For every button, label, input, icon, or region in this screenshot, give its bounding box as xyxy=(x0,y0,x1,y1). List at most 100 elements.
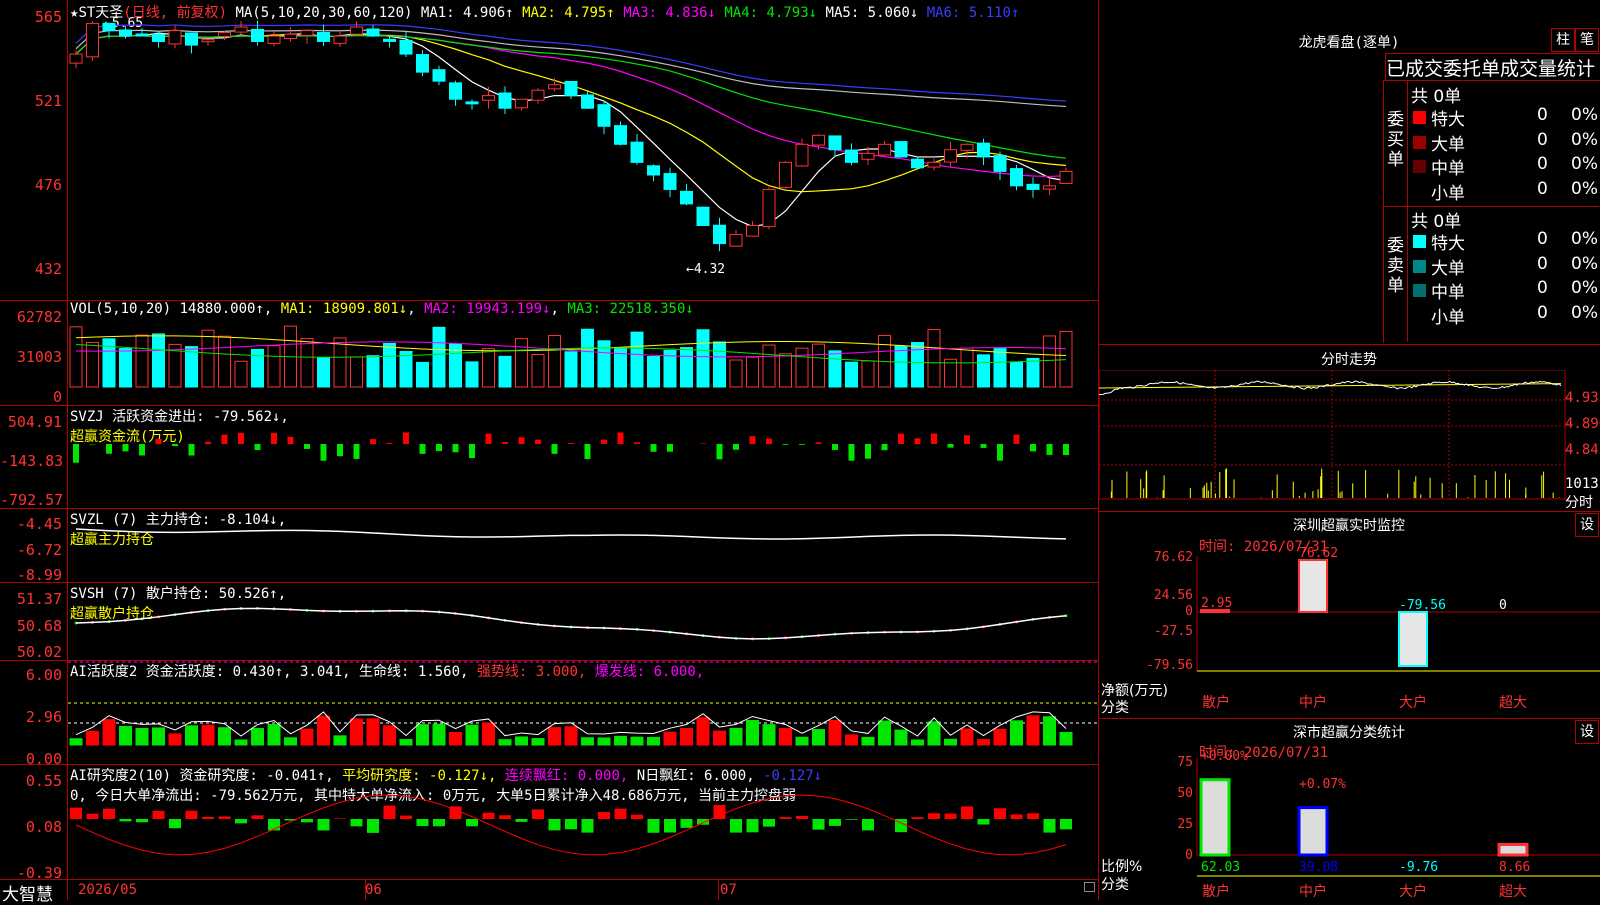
activity-bar xyxy=(697,718,709,745)
intraday-chart[interactable] xyxy=(1099,370,1600,510)
research-bar xyxy=(433,819,445,826)
activity-bar xyxy=(664,732,676,745)
research-bar xyxy=(862,819,874,830)
volume-bar xyxy=(516,339,528,387)
flow-bar xyxy=(997,444,1003,461)
volume-bar xyxy=(796,348,808,387)
main-holding-chart[interactable] xyxy=(68,509,1098,582)
candle xyxy=(136,34,148,36)
research-bar xyxy=(318,819,330,830)
candle xyxy=(994,156,1006,172)
volume-bar xyxy=(1044,336,1056,387)
ai-research-chart[interactable] xyxy=(68,765,1098,879)
candle xyxy=(153,34,165,41)
activity-bar xyxy=(912,740,924,745)
monitor-axis-label: 24.56 xyxy=(1154,588,1193,603)
activity-bar xyxy=(120,726,132,745)
svzj-axis-label: -143.83 xyxy=(0,452,62,470)
activity-bar xyxy=(615,736,627,745)
research-bar xyxy=(763,819,775,827)
ai-activity-chart[interactable] xyxy=(68,661,1098,764)
activity-bar xyxy=(565,727,577,745)
retail-holding-chart[interactable] xyxy=(68,583,1098,660)
research-bar xyxy=(928,813,940,819)
volume-bar xyxy=(565,352,577,387)
ai-research-axis-label: 0.08 xyxy=(0,818,62,836)
fund-flow-chart[interactable] xyxy=(68,406,1098,508)
price-axis-label: 565 xyxy=(0,8,62,26)
volume-bar xyxy=(681,348,693,387)
research-bar xyxy=(813,819,825,830)
research-bar xyxy=(417,819,429,826)
candle xyxy=(499,93,511,108)
volume-bar xyxy=(862,361,874,387)
classify-axis-label: 25 xyxy=(1177,817,1193,832)
flow-bar xyxy=(1030,444,1036,451)
candle xyxy=(565,81,577,95)
activity-bar xyxy=(466,725,478,745)
volume-bar xyxy=(846,362,858,387)
research-bar xyxy=(829,819,841,826)
research-bar xyxy=(153,811,165,819)
candle xyxy=(367,29,379,36)
classify-value-label: 62.03 xyxy=(1201,860,1240,875)
classify-ylabel: 比例% xyxy=(1101,856,1142,876)
volume-bar xyxy=(384,343,396,387)
research-bar xyxy=(400,816,412,819)
order-count: 0 xyxy=(1537,229,1548,249)
order-size-label: 中单 xyxy=(1431,278,1465,303)
candle xyxy=(483,96,495,101)
candle xyxy=(681,191,693,203)
candle xyxy=(466,102,478,104)
activity-bar xyxy=(549,728,561,745)
activity-bar xyxy=(763,725,775,745)
activity-bar xyxy=(961,729,973,745)
monitor-axis-label: -79.56 xyxy=(1146,658,1193,673)
lock-icon[interactable] xyxy=(1084,882,1095,892)
volume-bar xyxy=(1027,358,1039,387)
bar-view-button[interactable]: 柱 xyxy=(1551,28,1575,52)
candle xyxy=(598,105,610,127)
divider xyxy=(0,879,1098,880)
candle xyxy=(747,226,759,237)
research-bar xyxy=(582,819,594,833)
flow-bar xyxy=(882,444,888,450)
date-tick xyxy=(718,879,719,900)
tick-view-button[interactable]: 笔 xyxy=(1575,28,1599,52)
candle xyxy=(400,40,412,54)
candle xyxy=(186,33,198,45)
flow-bar xyxy=(717,444,723,459)
candle xyxy=(1027,184,1039,189)
monitor-category-label: 大户 xyxy=(1399,694,1427,711)
monitor-value-label: 0 xyxy=(1499,598,1507,613)
candle xyxy=(334,36,346,43)
research-bar xyxy=(631,815,643,819)
candlestick-chart[interactable] xyxy=(68,0,1098,300)
color-swatch xyxy=(1413,160,1426,173)
order-count: 0 xyxy=(1537,105,1548,125)
classify-chart[interactable]: 755025062.0339.08-9.768.66+0.00%+0.07%散户… xyxy=(1099,718,1600,900)
candle xyxy=(87,23,99,56)
order-percent: 0% xyxy=(1571,278,1598,298)
svsh-axis-label: 50.02 xyxy=(0,643,62,661)
research-bar xyxy=(945,814,957,819)
order-size-label: 特大 xyxy=(1431,105,1465,130)
flow-bar xyxy=(502,442,508,444)
volume-chart[interactable] xyxy=(68,301,1098,405)
volume-bar xyxy=(400,351,412,387)
research-bar xyxy=(466,819,478,826)
candle xyxy=(714,225,726,243)
flow-bar xyxy=(469,444,475,458)
volume-bar xyxy=(631,332,643,387)
realtime-monitor-chart[interactable]: 76.6224.560-27.5-79.562.9576.62-79.560散户… xyxy=(1099,511,1600,717)
sell-side-label: 委卖单 xyxy=(1387,236,1405,296)
volume-bar xyxy=(747,357,759,387)
activity-bar xyxy=(318,716,330,745)
main-chart-area[interactable]: 565 521 476 432 ★ST天圣(日线, 前复权) MA(5,10,2… xyxy=(0,0,1098,900)
activity-bar xyxy=(516,737,528,745)
activity-bar xyxy=(945,739,957,745)
research-bar xyxy=(681,819,693,828)
activity-bar xyxy=(631,737,643,745)
price-axis-label: 476 xyxy=(0,176,62,194)
candle xyxy=(648,166,660,175)
